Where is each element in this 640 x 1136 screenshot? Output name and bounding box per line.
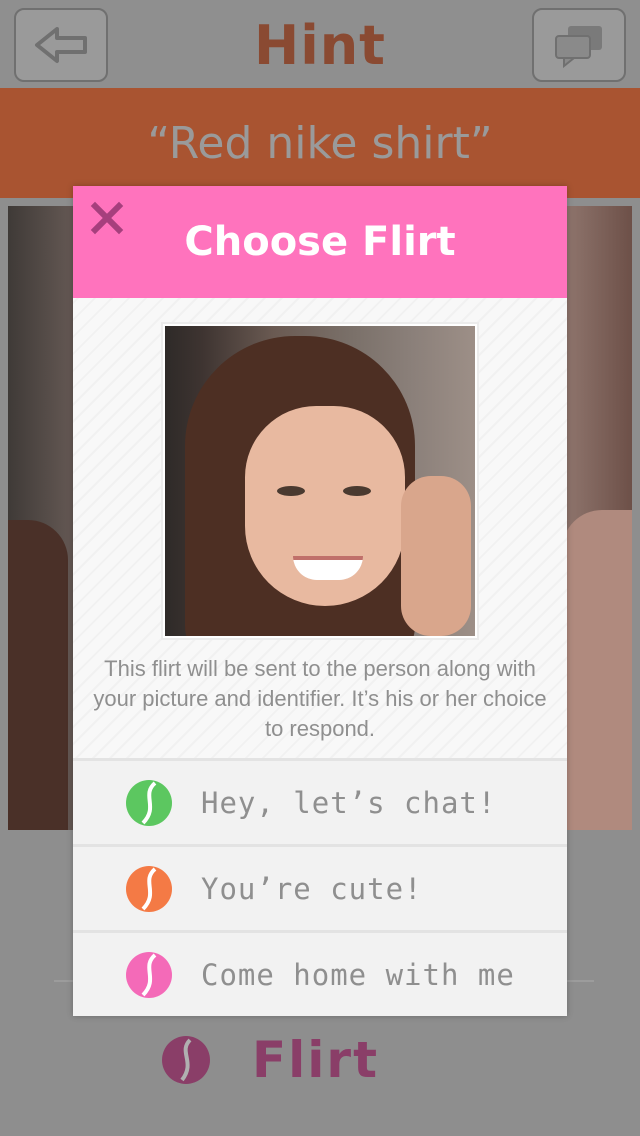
heart-swirl-icon	[162, 1036, 210, 1084]
pink-heart-icon	[126, 951, 172, 998]
disclaimer-text: This flirt will be sent to the person al…	[93, 656, 547, 741]
green-heart-icon	[126, 779, 172, 826]
choose-flirt-modal: Choose Flirt This flirt will be sent to …	[73, 186, 567, 1016]
flirt-button[interactable]: Flirt	[160, 1024, 379, 1096]
background-photo-hair	[8, 520, 68, 830]
option-label: You’re cute!	[201, 871, 423, 906]
profile-photo	[161, 322, 479, 640]
hint-text: “Red nike shirt”	[147, 117, 493, 169]
flirt-option-cute[interactable]: You’re cute!	[73, 844, 567, 930]
photo-hand	[401, 476, 471, 636]
modal-body: This flirt will be sent to the person al…	[73, 298, 567, 758]
orange-heart-icon	[126, 865, 172, 912]
chat-button[interactable]	[532, 8, 626, 82]
flirt-option-chat[interactable]: Hey, let’s chat!	[73, 758, 567, 844]
top-bar: Hint	[0, 0, 640, 88]
flirt-options-list: Hey, let’s chat! You’re cute! Come home …	[73, 758, 567, 1016]
chat-bubbles-icon	[555, 26, 602, 68]
photo-left-eye	[277, 486, 305, 496]
close-icon[interactable]	[89, 200, 125, 236]
option-label: Come home with me	[201, 957, 515, 992]
background-photo-hand	[562, 510, 632, 830]
modal-header: Choose Flirt	[73, 186, 567, 298]
flirt-option-come-home[interactable]: Come home with me	[73, 930, 567, 1016]
option-label: Hey, let’s chat!	[201, 785, 497, 820]
photo-right-eye	[343, 486, 371, 496]
flirt-button-label: Flirt	[252, 1031, 379, 1089]
hint-banner: “Red nike shirt”	[0, 88, 640, 198]
profile-photo-image	[165, 326, 475, 636]
modal-title: Choose Flirt	[184, 219, 456, 265]
